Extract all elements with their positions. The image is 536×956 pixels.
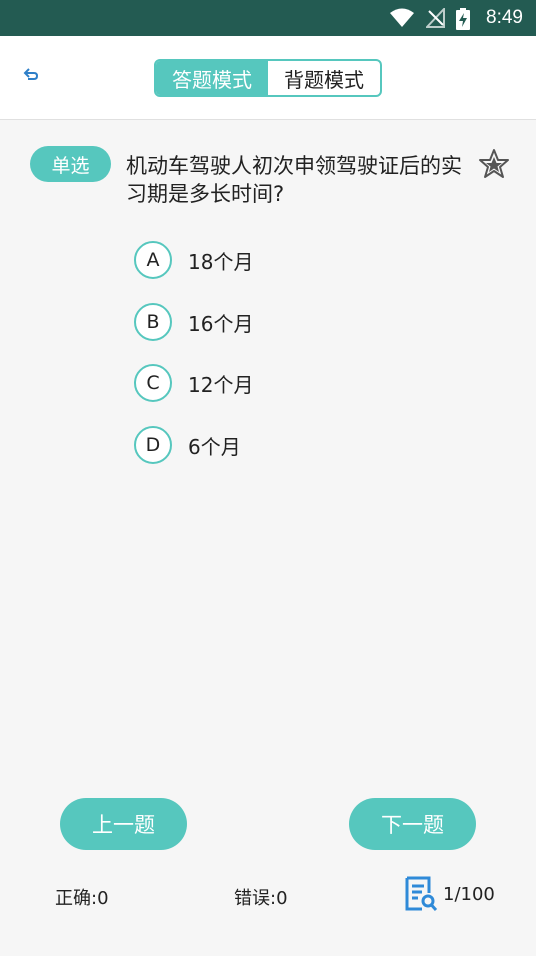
star-icon[interactable] [477,147,511,181]
option-letter: D [134,426,172,464]
status-bar: 8:49 [0,0,536,36]
question-type-badge: 单选 [30,146,111,182]
tab-memorize-mode[interactable]: 背题模式 [268,61,380,95]
option-text: 12个月 [188,372,254,397]
clock: 8:49 [486,7,523,28]
progress-counter: 1/100 [443,884,495,905]
prev-question-button[interactable]: 上一题 [60,798,187,850]
option-c[interactable]: C 12个月 [134,364,253,402]
question-list-icon[interactable] [404,876,438,912]
option-text: 18个月 [188,249,254,274]
next-question-button[interactable]: 下一题 [349,798,476,850]
option-text: 16个月 [188,311,254,336]
option-letter: A [134,241,172,279]
option-b[interactable]: B 16个月 [134,303,253,341]
no-signal-icon [426,8,445,28]
back-arrow-icon[interactable] [20,66,42,88]
option-letter: C [134,364,172,402]
wifi-icon [390,8,414,27]
mode-switch: 答题模式 背题模式 [154,59,382,97]
tab-answer-mode[interactable]: 答题模式 [156,61,268,95]
correct-count: 正确:0 [55,888,109,909]
wrong-count: 错误:0 [234,888,288,909]
option-a[interactable]: A 18个月 [134,241,253,279]
option-d[interactable]: D 6个月 [134,426,241,464]
header: 答题模式 背题模式 [0,36,536,120]
battery-charging-icon [456,8,470,30]
option-text: 6个月 [188,434,241,459]
option-letter: B [134,303,172,341]
question-text: 机动车驾驶人初次申领驾驶证后的实习期是多长时间? [126,154,462,206]
